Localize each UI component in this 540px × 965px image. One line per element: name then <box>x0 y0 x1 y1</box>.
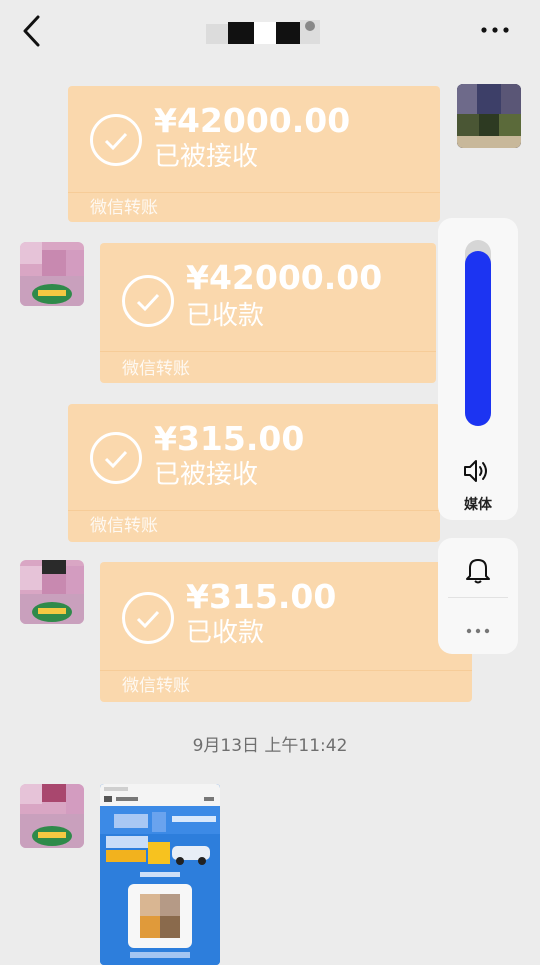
transfer-status: 已收款 <box>186 618 265 648</box>
transfer-amount: ¥42000.00 <box>154 101 351 140</box>
avatar[interactable] <box>457 84 521 148</box>
check-circle-icon <box>122 275 174 327</box>
bell-icon[interactable] <box>464 555 492 585</box>
transfer-footer-label: 微信转账 <box>90 516 158 536</box>
transfer-amount: ¥42000.00 <box>186 258 383 297</box>
volume-slider-fill[interactable] <box>465 251 491 426</box>
transfer-card[interactable]: ¥315.00 已收款 微信转账 <box>100 562 472 702</box>
panel-divider <box>448 597 508 598</box>
transfer-card[interactable]: ¥42000.00 已收款 微信转账 <box>100 243 436 383</box>
transfer-footer-label: 微信转账 <box>122 359 190 379</box>
avatar[interactable] <box>20 242 84 306</box>
avatar[interactable] <box>20 560 84 624</box>
avatar[interactable] <box>20 784 84 848</box>
chevron-left-icon[interactable] <box>20 14 44 48</box>
check-circle-icon <box>90 432 142 484</box>
volume-label: 媒体 <box>464 497 492 513</box>
image-message[interactable] <box>100 784 220 965</box>
transfer-footer-label: 微信转账 <box>90 198 158 218</box>
transfer-card[interactable]: ¥315.00 已被接收 微信转账 <box>68 404 440 542</box>
transfer-amount: ¥315.00 <box>154 419 305 458</box>
chat-header <box>0 0 540 62</box>
card-divider <box>68 510 440 511</box>
check-circle-icon <box>90 114 142 166</box>
transfer-footer-label: 微信转账 <box>122 676 190 696</box>
ellipsis-icon[interactable] <box>464 622 492 634</box>
speaker-icon[interactable] <box>462 458 492 484</box>
ellipsis-icon[interactable] <box>478 20 512 40</box>
contact-name-redacted <box>206 18 322 48</box>
transfer-status: 已被接收 <box>154 142 259 172</box>
chat-timestamp: 9月13日 上午11:42 <box>192 736 348 756</box>
card-divider <box>100 351 436 352</box>
transfer-status: 已被接收 <box>154 460 259 490</box>
card-divider <box>68 192 440 193</box>
transfer-amount: ¥315.00 <box>186 577 337 616</box>
card-divider <box>100 670 472 671</box>
transfer-card[interactable]: ¥42000.00 已被接收 微信转账 <box>68 86 440 222</box>
transfer-status: 已收款 <box>186 301 265 331</box>
check-circle-icon <box>122 592 174 644</box>
